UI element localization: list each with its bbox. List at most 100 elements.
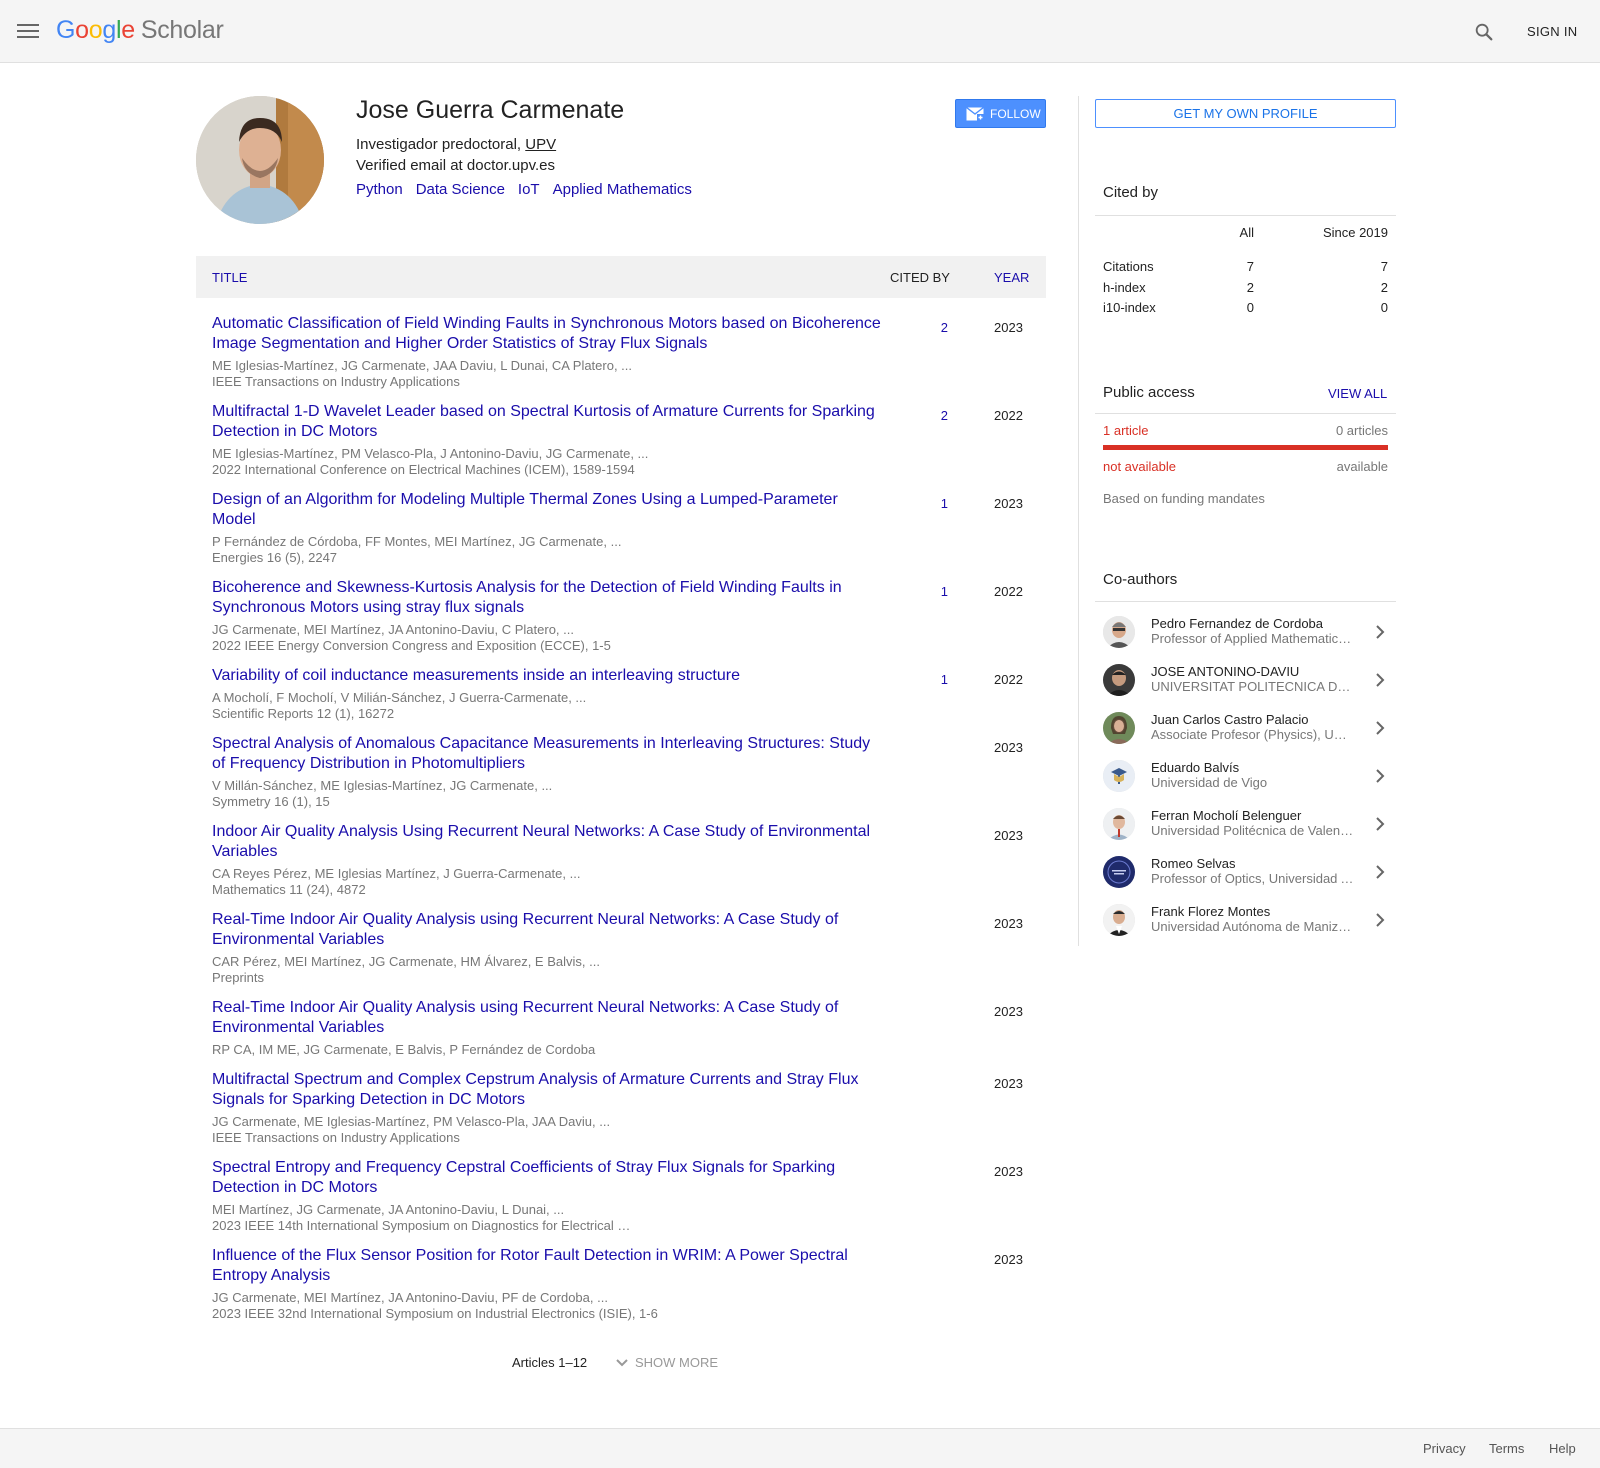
article-meta: CAR Pérez, MEI Martínez, JG Carmenate, H… (212, 954, 882, 986)
metric-all: 0 (1246, 300, 1254, 315)
menu-icon[interactable] (17, 21, 39, 41)
article-title-link[interactable]: Spectral Entropy and Frequency Cepstral … (212, 1158, 882, 1198)
interest-link[interactable]: Python (356, 181, 403, 198)
coauthor-item[interactable]: Romeo Selvas Professor of Optics, Univer… (1095, 850, 1396, 896)
article-venue: Symmetry 16 (1), 15 (212, 794, 330, 809)
sort-by-year[interactable]: YEAR (994, 270, 1029, 285)
article-meta: ME Iglesias-Martínez, JG Carmenate, JAA … (212, 358, 882, 390)
affiliation-text: Investigador predoctoral, (356, 136, 526, 153)
interest-link[interactable]: IoT (518, 181, 540, 198)
article-row: Variability of coil inductance measureme… (196, 664, 1046, 732)
column-divider (1078, 96, 1079, 946)
cited-by-count[interactable]: 1 (926, 672, 948, 687)
cited-by-header: CITED BY (890, 270, 950, 285)
coauthor-name: Frank Florez Montes (1151, 904, 1271, 919)
envelope-plus-icon (966, 106, 984, 121)
article-meta: ME Iglesias-Martínez, PM Velasco-Pla, J … (212, 446, 882, 478)
coauthor-affiliation: UNIVERSITAT POLITECNICA DE VALENCIA (1151, 679, 1354, 694)
help-link[interactable]: Help (1549, 1441, 1576, 1456)
coauthors-title: Co-authors (1103, 571, 1178, 588)
article-title-link[interactable]: Real-Time Indoor Air Quality Analysis us… (212, 998, 882, 1038)
cited-by-count[interactable]: 1 (926, 584, 948, 599)
article-venue: Preprints (212, 970, 265, 985)
coauthor-item[interactable]: Pedro Fernandez de Cordoba Professor of … (1095, 610, 1396, 656)
cited-by-count[interactable]: 1 (926, 496, 948, 511)
coauthor-avatar (1103, 760, 1135, 792)
coauthor-affiliation: Universidad Autónoma de Manizales (1151, 919, 1354, 934)
coauthor-affiliation: Universidad de Vigo (1151, 775, 1268, 790)
article-authors: V Millán-Sánchez, ME Iglesias-Martínez, … (212, 778, 553, 793)
metric-all: 2 (1246, 280, 1254, 295)
metric-label: i10-index (1103, 300, 1156, 315)
show-more-button[interactable]: SHOW MORE (615, 1355, 718, 1370)
funding-mandates-note: Based on funding mandates (1103, 491, 1265, 506)
privacy-link[interactable]: Privacy (1423, 1441, 1466, 1456)
profile-photo (196, 96, 324, 224)
article-venue: Energies 16 (5), 2247 (212, 550, 338, 565)
coauthor-item[interactable]: Juan Carlos Castro Palacio Associate Pro… (1095, 706, 1396, 752)
coauthor-name: Ferran Mocholí Belenguer (1151, 808, 1302, 823)
article-year: 2022 (994, 408, 1023, 423)
article-title-link[interactable]: Design of an Algorithm for Modeling Mult… (212, 490, 882, 530)
article-title-link[interactable]: Real-Time Indoor Air Quality Analysis us… (212, 910, 882, 950)
article-title-link[interactable]: Bicoherence and Skewness-Kurtosis Analys… (212, 578, 882, 618)
coauthor-name: JOSE ANTONINO-DAVIU (1151, 664, 1300, 679)
follow-button[interactable]: FOLLOW (955, 99, 1046, 128)
article-row: Spectral Analysis of Anomalous Capacitan… (196, 732, 1046, 820)
cited-by-title: Cited by (1103, 184, 1159, 201)
article-title-link[interactable]: Spectral Analysis of Anomalous Capacitan… (212, 734, 882, 774)
article-authors: ME Iglesias-Martínez, PM Velasco-Pla, J … (212, 446, 649, 461)
coauthor-affiliation: Professor of Optics, Universidad Autónom… (1151, 871, 1354, 886)
col-since-header: Since 2019 (1322, 225, 1388, 240)
coauthor-affiliation: Professor of Applied Mathematics, Univer… (1151, 631, 1354, 646)
article-title-link[interactable]: Variability of coil inductance measureme… (212, 666, 882, 686)
chevron-right-icon (1376, 817, 1385, 831)
coauthor-item[interactable]: JOSE ANTONINO-DAVIU UNIVERSITAT POLITECN… (1095, 658, 1396, 704)
sort-by-title[interactable]: TITLE (212, 270, 247, 285)
article-year: 2023 (994, 1252, 1023, 1267)
cited-by-count[interactable]: 2 (926, 320, 948, 335)
interest-link[interactable]: Applied Mathematics (553, 181, 692, 198)
sign-in-button[interactable]: SIGN IN (1527, 24, 1578, 39)
article-year: 2023 (994, 828, 1023, 843)
google-scholar-logo[interactable]: Google Scholar (56, 16, 224, 45)
article-year: 2023 (994, 1164, 1023, 1179)
article-title-link[interactable]: Automatic Classification of Field Windin… (212, 314, 882, 354)
article-meta: RP CA, IM ME, JG Carmenate, E Balvis, P … (212, 1042, 882, 1058)
search-icon[interactable] (1473, 21, 1495, 43)
article-meta: P Fernández de Córdoba, FF Montes, MEI M… (212, 534, 882, 566)
metric-since: 2 (1380, 280, 1388, 295)
coauthor-name: Romeo Selvas (1151, 856, 1236, 871)
coauthor-avatar (1103, 712, 1135, 744)
article-authors: A Mocholí, F Mocholí, V Milián-Sánchez, … (212, 690, 587, 705)
cited-by-count[interactable]: 2 (926, 408, 948, 423)
coauthor-item[interactable]: Ferran Mocholí Belenguer Universidad Pol… (1095, 802, 1396, 848)
metric-label: h-index (1103, 280, 1146, 295)
article-row: Automatic Classification of Field Windin… (196, 312, 1046, 400)
chevron-right-icon (1376, 769, 1385, 783)
article-meta: JG Carmenate, ME Iglesias-Martínez, PM V… (212, 1114, 882, 1146)
terms-link[interactable]: Terms (1489, 1441, 1524, 1456)
view-all-link[interactable]: VIEW ALL (1328, 386, 1387, 401)
article-venue: 2022 International Conference on Electri… (212, 462, 635, 477)
article-row: Bicoherence and Skewness-Kurtosis Analys… (196, 576, 1046, 664)
get-my-own-profile-button[interactable]: GET MY OWN PROFILE (1095, 99, 1396, 128)
coauthor-item[interactable]: Frank Florez Montes Universidad Autónoma… (1095, 898, 1396, 944)
divider (1095, 601, 1396, 602)
coauthor-avatar (1103, 664, 1135, 696)
interest-link[interactable]: Data Science (416, 181, 505, 198)
coauthor-item[interactable]: Eduardo Balvís Universidad de Vigo (1095, 754, 1396, 800)
article-year: 2022 (994, 672, 1023, 687)
not-available-count[interactable]: 1 article (1103, 423, 1149, 438)
article-venue: Mathematics 11 (24), 4872 (212, 882, 366, 897)
article-title-link[interactable]: Multifractal 1-D Wavelet Leader based on… (212, 402, 882, 442)
chevron-right-icon (1376, 673, 1385, 687)
article-title-link[interactable]: Indoor Air Quality Analysis Using Recurr… (212, 822, 882, 862)
article-year: 2023 (994, 496, 1023, 511)
coauthor-avatar (1103, 616, 1135, 648)
article-authors: CAR Pérez, MEI Martínez, JG Carmenate, H… (212, 954, 600, 969)
affiliation-org-link[interactable]: UPV (525, 136, 556, 153)
article-title-link[interactable]: Influence of the Flux Sensor Position fo… (212, 1246, 882, 1286)
col-all-header: All (1239, 225, 1254, 240)
article-title-link[interactable]: Multifractal Spectrum and Complex Cepstr… (212, 1070, 882, 1110)
